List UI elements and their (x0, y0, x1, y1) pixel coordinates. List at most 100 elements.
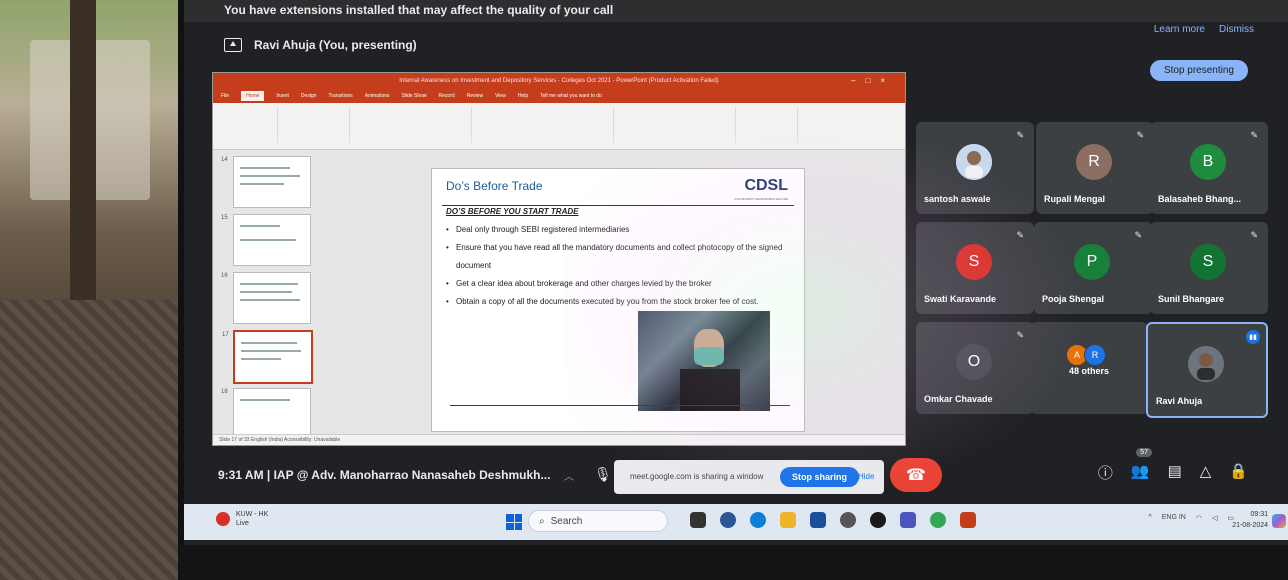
pin-icon[interactable]: ✎ (1016, 330, 1024, 341)
avatar: B (1190, 144, 1226, 180)
participant-name: Rupali Mengal (1044, 194, 1106, 204)
task-view-icon[interactable] (690, 512, 706, 528)
tab-animations[interactable]: Animations (365, 93, 390, 99)
ribbon-group-drawing[interactable] (615, 107, 736, 143)
ppt-status-text: Slide 17 of 33 English (India) Accessibi… (219, 437, 341, 443)
ribbon-group-slides[interactable] (279, 107, 350, 143)
pin-icon[interactable]: ✎ (1136, 130, 1144, 141)
thumb-number: 18 (221, 389, 228, 395)
weather-sub: Live (236, 520, 249, 527)
slide-thumbnail[interactable]: 15 (221, 214, 311, 266)
ppt-title-bar: Internal Awareness on Investment and Dep… (213, 73, 905, 89)
cdsl-tagline: CONVENIENT DEPENDABLE SECURE (734, 197, 788, 201)
chat-app-icon[interactable] (720, 512, 736, 528)
bullet-item: Ensure that you have read all the mandat… (446, 239, 786, 275)
meet-right-controls: ⓘ 👥 ▤ △ 🔒 (1098, 462, 1248, 483)
tab-slide-show[interactable]: Slide Show (402, 93, 427, 99)
pin-icon[interactable]: ✎ (1134, 230, 1142, 241)
ppt-ribbon-tabs: File Home Insert Design Transitions Anim… (213, 89, 905, 103)
tray-chevron-icon[interactable]: ^ (1148, 514, 1151, 522)
participant-tile[interactable]: ✎ B Balasaheb Bhang... (1150, 122, 1268, 214)
stop-presenting-button[interactable]: Stop presenting (1149, 60, 1248, 81)
thumb-number: 17 (222, 332, 229, 338)
search-placeholder: Search (550, 515, 583, 527)
hang-up-button[interactable]: ☎ (890, 458, 942, 492)
search-icon: ⌕ (539, 515, 545, 527)
participant-name: Balasaheb Bhang... (1158, 194, 1242, 204)
slide-thumbnail[interactable]: 14 (221, 156, 311, 208)
chrome-icon[interactable] (930, 512, 946, 528)
ppt-workspace: 14 15 16 17 18 Do’s Before Trade CDSL CO… (213, 150, 905, 440)
slide-thumbnail[interactable]: 18 (221, 388, 311, 440)
weather-widget[interactable]: KUW - HK Live (216, 510, 268, 528)
pin-icon[interactable]: ✎ (1250, 230, 1258, 241)
pin-icon[interactable]: ✎ (1016, 130, 1024, 141)
slide-thumbnail[interactable]: 16 (221, 272, 311, 324)
stop-sharing-button[interactable]: Stop sharing (780, 467, 860, 487)
microphone-icon[interactable]: 🎙 (594, 466, 612, 483)
slide-thumbnail-selected[interactable]: 17 (222, 330, 313, 384)
dismiss-link[interactable]: Dismiss (1219, 24, 1254, 35)
participant-tile[interactable]: ✎ R Rupali Mengal (1036, 122, 1154, 214)
people-icon[interactable]: 👥 (1131, 462, 1150, 483)
wifi-icon[interactable]: ◠ (1196, 514, 1202, 522)
volume-icon[interactable]: ◁ (1212, 514, 1217, 522)
edge-icon[interactable] (750, 512, 766, 528)
copilot-icon[interactable] (1272, 514, 1286, 528)
windows-start-icon[interactable] (506, 514, 522, 530)
chevron-up-icon[interactable]: ︿ (564, 468, 574, 483)
tab-record[interactable]: Record (439, 93, 455, 99)
taskbar-clock[interactable]: 09:31 21-08-2024 (1232, 509, 1268, 531)
self-tile[interactable]: ▮▮ Ravi Ahuja (1146, 322, 1268, 418)
tab-review[interactable]: Review (467, 93, 483, 99)
ribbon-group-paragraph[interactable] (473, 107, 614, 143)
participant-tile[interactable]: ✎ S Swati Karavande (916, 222, 1034, 314)
tab-file[interactable]: File (221, 93, 229, 99)
tab-help[interactable]: Help (518, 93, 528, 99)
powerpoint-icon[interactable] (960, 512, 976, 528)
window-controls-icon[interactable]: –□× (851, 76, 895, 85)
rug (0, 300, 190, 580)
tab-insert[interactable]: Insert (276, 93, 289, 99)
chat-icon[interactable]: ▤ (1168, 462, 1182, 483)
taskbar-search[interactable]: ⌕ Search (528, 510, 668, 532)
activities-icon[interactable]: △ (1200, 462, 1212, 483)
participant-tile[interactable]: ✎ O Omkar Chavade (916, 322, 1034, 414)
participant-tile[interactable]: ✎ santosh aswale (916, 122, 1034, 214)
participant-name: Ravi Ahuja (1156, 396, 1203, 406)
file-explorer-icon[interactable] (780, 512, 796, 528)
system-tray: ^ ENG IN ◠ ◁ ▭ (1148, 514, 1234, 522)
participant-tile[interactable]: ✎ P Pooja Shengal (1034, 222, 1152, 314)
title-rule (442, 205, 794, 206)
extension-warning-banner: You have extensions installed that may a… (184, 0, 1288, 22)
others-avatars: A R (1066, 344, 1106, 366)
info-icon[interactable]: ⓘ (1098, 462, 1113, 483)
host-controls-icon[interactable]: 🔒 (1229, 462, 1248, 483)
tab-transitions[interactable]: Transitions (329, 93, 353, 99)
pin-icon[interactable]: ✎ (1016, 230, 1024, 241)
tab-view[interactable]: View (495, 93, 506, 99)
tab-design[interactable]: Design (301, 93, 317, 99)
store-icon[interactable] (810, 512, 826, 528)
learn-more-link[interactable]: Learn more (1154, 24, 1205, 35)
meet-control-bar: 9:31 AM | IAP @ Adv. Manoharrao Nanasahe… (184, 448, 1288, 498)
ppt-status-bar: Slide 17 of 33 English (India) Accessibi… (213, 434, 905, 445)
participant-name: Swati Karavande (924, 294, 997, 304)
language-indicator[interactable]: ENG IN (1162, 514, 1186, 522)
ribbon-group-clipboard[interactable] (217, 107, 278, 143)
pin-icon[interactable]: ✎ (1250, 130, 1258, 141)
ribbon-group-editing[interactable] (737, 107, 798, 143)
ppt-window-title: Internal Awareness on Investment and Dep… (399, 78, 719, 84)
self-avatar (1188, 346, 1224, 382)
participant-tile[interactable]: ✎ S Sunil Bhangare (1150, 222, 1268, 314)
tab-home[interactable]: Home (241, 91, 265, 101)
slide-canvas[interactable]: Do’s Before Trade CDSL CONVENIENT DEPEND… (431, 168, 805, 432)
hide-link[interactable]: Hide (858, 472, 874, 481)
avatar (956, 144, 992, 180)
others-tile[interactable]: A R 48 others (1030, 322, 1148, 414)
tell-me-search[interactable]: Tell me what you want to do (540, 93, 602, 99)
dell-icon[interactable] (870, 512, 886, 528)
teams-icon[interactable] (900, 512, 916, 528)
media-icon[interactable] (840, 512, 856, 528)
ribbon-group-font[interactable] (351, 107, 472, 143)
